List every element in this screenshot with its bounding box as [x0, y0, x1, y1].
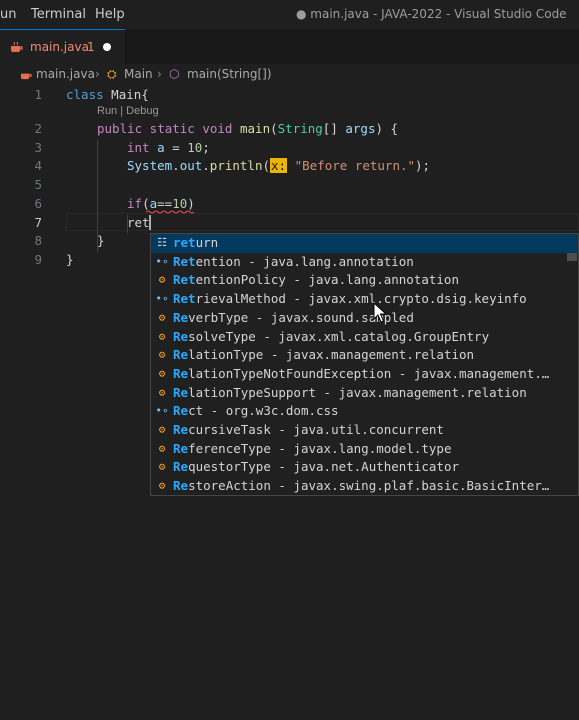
suggestion-label: RelationType - javax.management.relation	[173, 347, 475, 363]
suggestion-label: Rect - org.w3c.dom.css	[173, 403, 339, 419]
suggestion-item[interactable]: ⚙ RelationTypeSupport - javax.management.…	[151, 384, 578, 403]
breadcrumb-class[interactable]: Main	[124, 67, 153, 81]
class-icon: ⚙	[158, 329, 166, 343]
suggestion-item[interactable]: •∘ Retention - java.lang.annotation	[151, 253, 578, 272]
code-line-3: int a = 10;	[127, 140, 210, 155]
line-number: 3	[34, 140, 42, 155]
menu-help[interactable]: Help	[95, 7, 125, 22]
codelens-run-debug[interactable]: Run | Debug	[97, 105, 159, 117]
parameter-hint: x:	[270, 158, 288, 173]
line-number: 8	[34, 233, 42, 248]
chevron-right-icon: ›	[157, 67, 162, 81]
suggest-widget[interactable]: ☷ return •∘ Retention - java.lang.annotatio…	[150, 233, 579, 496]
suggestion-label: RestoreAction - javax.swing.plaf.basic.B…	[173, 478, 550, 494]
suggestion-item[interactable]: •∘ Rect - org.w3c.dom.css	[151, 402, 578, 421]
suggestion-label: ReferenceType - javax.lang.model.type	[173, 440, 452, 456]
tab-label: main.java	[30, 40, 89, 54]
line-number: 9	[34, 252, 42, 267]
code-line-7: ret	[127, 215, 150, 230]
tab-main-java[interactable]: main.java 1	[0, 29, 125, 64]
class-icon: ⚙	[158, 460, 166, 474]
line-number: 6	[34, 196, 42, 211]
suggestion-item[interactable]: ⚙ RelationTypeNotFoundException - javax.m…	[151, 365, 578, 384]
interface-icon: •∘	[155, 404, 169, 418]
suggestion-label: RecursiveTask - java.util.concurrent	[173, 422, 444, 437]
line-number: 4	[34, 158, 42, 173]
line-number: 7	[34, 215, 42, 230]
suggestion-label: Retention - java.lang.annotation	[173, 253, 414, 269]
code-line-8: }	[97, 233, 105, 248]
suggestion-item[interactable]: ⚙ RecursiveTask - java.util.concurrent	[151, 421, 578, 440]
class-icon: ⚙	[158, 366, 166, 380]
menu-terminal[interactable]: Terminal	[31, 7, 86, 22]
suggestion-label: return	[173, 235, 219, 250]
suggestion-item[interactable]: ☷ return	[151, 234, 578, 253]
suggestion-item[interactable]: ⚙ RetentionPolicy - java.lang.annotation	[151, 271, 578, 290]
suggestion-label: RetentionPolicy - java.lang.annotation	[173, 272, 459, 288]
class-icon: ⚙	[158, 423, 166, 436]
suggestion-item[interactable]: ⚙ ReferenceType - javax.lang.model.type	[151, 440, 578, 459]
text-cursor	[149, 215, 151, 230]
java-icon	[11, 41, 23, 52]
code-line-4: System.out.println(x: "Before return.");	[127, 158, 431, 173]
suggestion-label: RequestorType - java.net.Authenticator	[173, 459, 460, 475]
suggestion-item[interactable]: ⚙ RequestorType - java.net.Authenticator	[151, 458, 578, 477]
code-line-2: public static void main(String[] args) {	[97, 121, 399, 136]
suggestion-item[interactable]: ⚙ ResolveType - javax.xml.catalog.GroupEn…	[151, 328, 578, 347]
class-icon: ⚙	[158, 385, 166, 399]
class-icon: ⚙	[158, 273, 166, 287]
class-icon: ⚙	[158, 441, 166, 455]
class-icon: ⚙	[158, 348, 166, 362]
window-title: ● main.java - JAVA-2022 - Visual Studio …	[296, 7, 567, 21]
title-bar: un Terminal Help ● main.java - JAVA-2022…	[0, 0, 579, 29]
suggestion-item[interactable]: ⚙ ReverbType - javax.sound.sampled	[151, 309, 578, 328]
interface-icon: •∘	[155, 254, 169, 268]
error-squiggle	[146, 210, 195, 214]
unsaved-dot-icon[interactable]	[103, 43, 111, 51]
mouse-pointer-icon	[373, 302, 387, 323]
class-icon: ⚙	[158, 479, 166, 493]
method-cube-icon: ⬡	[169, 67, 180, 81]
interface-icon: •∘	[155, 292, 169, 306]
chevron-right-icon: ›	[95, 67, 100, 81]
breadcrumb-file[interactable]: main.java	[36, 67, 95, 81]
code-line-9: }	[66, 252, 74, 267]
breadcrumb-method[interactable]: main(String[])	[187, 67, 272, 81]
line-number: 1	[34, 87, 42, 102]
suggestion-label: RelationTypeSupport - javax.management.r…	[173, 384, 527, 400]
tab-bar: main.java 1	[0, 29, 579, 64]
code-line-6: if(a==10)	[127, 196, 195, 211]
suggestion-item[interactable]: •∘ RetrievalMethod - javax.xml.crypto.dsi…	[151, 290, 578, 309]
problem-count-badge: 1	[87, 40, 95, 54]
java-icon	[20, 73, 32, 80]
class-icon: ⛭	[107, 67, 117, 81]
line-number: 5	[34, 177, 42, 192]
line-number: 2	[34, 121, 42, 136]
class-icon: ⚙	[158, 310, 166, 324]
code-line-1: class Main{	[66, 87, 149, 102]
keyword-icon: ☷	[157, 236, 167, 249]
suggestion-label: RelationTypeNotFoundException - javax.ma…	[173, 365, 550, 381]
suggestion-label: ResolveType - javax.xml.catalog.GroupEnt…	[173, 328, 490, 344]
breadcrumb: main.java › ⛭ Main › ⬡ main(String[])	[0, 64, 579, 86]
suggestion-label: RetrievalMethod - javax.xml.crypto.dsig.…	[173, 291, 527, 307]
suggestion-item[interactable]: ⚙ RelationType - javax.management.relatio…	[151, 346, 578, 365]
suggestion-item[interactable]: ⚙ RestoreAction - javax.swing.plaf.basic.…	[151, 477, 578, 496]
menu-run[interactable]: un	[0, 7, 16, 22]
